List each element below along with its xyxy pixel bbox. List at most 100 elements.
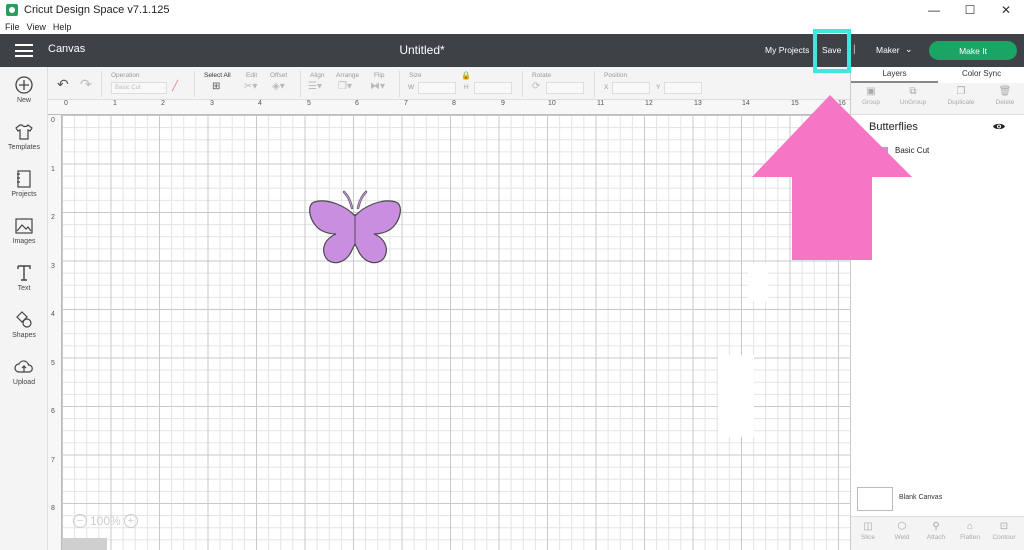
window-controls: — ☐ ✕ xyxy=(916,0,1024,20)
linetype-color-icon[interactable]: ╱ xyxy=(172,81,178,92)
edit-toolbar: ↶ ↷ Operation Basic Cut ╱ Select All ⊞ E… xyxy=(48,67,850,100)
duplicate-label: Duplicate xyxy=(947,99,975,106)
rotate-input[interactable] xyxy=(546,82,584,94)
sidebar-item-projects[interactable]: Projects xyxy=(0,169,48,198)
height-input[interactable] xyxy=(474,82,512,94)
menu-view[interactable]: View xyxy=(27,22,46,32)
ruler-tick-label: 5 xyxy=(51,360,55,367)
lock-icon[interactable]: 🔒 xyxy=(461,71,471,80)
y-label: Y xyxy=(656,84,661,91)
machine-select[interactable]: Maker xyxy=(876,45,900,55)
blank-canvas-swatch[interactable] xyxy=(857,487,893,511)
menu-bar: File View Help xyxy=(0,20,1024,34)
image-icon xyxy=(15,218,33,234)
zoom-control: − 100% + xyxy=(70,514,141,528)
cloud-upload-icon xyxy=(14,360,33,373)
width-input[interactable] xyxy=(418,82,456,94)
design-canvas-grid[interactable] xyxy=(62,115,850,550)
layer-actions-bar: ◫ Slice ⬡ Weld ⚲ Attach ⌂ Flatten ⊡ Contour xyxy=(851,516,1024,550)
contour-label: Contour xyxy=(992,534,1016,541)
delete-button[interactable]: 🗑 Delete xyxy=(985,86,1024,106)
my-projects-button[interactable]: My Projects xyxy=(765,45,809,55)
align-icon[interactable]: ☰▾ xyxy=(308,81,322,92)
ruler-tick-label: 3 xyxy=(210,100,214,107)
app-header: Canvas Untitled* My Projects Save | Make… xyxy=(0,34,1024,67)
flatten-button[interactable]: ⌂ Flatten xyxy=(953,521,987,541)
sidebar-item-upload[interactable]: Upload xyxy=(0,357,48,386)
ruler-tick-label: 3 xyxy=(51,263,55,270)
shapes-icon xyxy=(16,311,32,328)
sidebar-item-templates[interactable]: Templates xyxy=(0,122,48,151)
redo-icon[interactable]: ↷ xyxy=(80,76,92,93)
arrange-label: Arrange xyxy=(336,72,360,79)
sidebar-item-images[interactable]: Images xyxy=(0,216,48,245)
select-all-label[interactable]: Select All xyxy=(204,72,231,79)
y-position-input[interactable] xyxy=(664,82,702,94)
flatten-icon: ⌂ xyxy=(966,521,974,532)
tab-color-sync[interactable]: Color Sync xyxy=(938,67,1024,83)
canvas-artifact xyxy=(718,355,754,437)
tab-layers[interactable]: Layers xyxy=(851,67,938,83)
arrange-icon[interactable]: ❐▾ xyxy=(338,81,352,92)
ruler-tick-label: 7 xyxy=(51,457,55,464)
duplicate-button[interactable]: ❐ Duplicate xyxy=(941,86,981,106)
select-all-icon[interactable]: ⊞ xyxy=(212,81,220,92)
ruler-tick-label: 2 xyxy=(51,214,55,221)
close-button[interactable]: ✕ xyxy=(988,0,1024,20)
slice-button[interactable]: ◫ Slice xyxy=(851,521,885,541)
undo-icon[interactable]: ↶ xyxy=(57,76,69,93)
notebook-icon xyxy=(17,170,31,188)
position-label: Position xyxy=(604,72,628,79)
sidebar-item-shapes[interactable]: Shapes xyxy=(0,310,48,339)
butterfly-image[interactable] xyxy=(306,188,404,268)
attach-button[interactable]: ⚲ Attach xyxy=(919,521,953,541)
menu-help[interactable]: Help xyxy=(53,22,72,32)
sidebar-item-new[interactable]: New xyxy=(0,75,48,104)
minimize-button[interactable]: — xyxy=(916,0,952,20)
sidebar-item-label: Projects xyxy=(11,191,37,198)
weld-button[interactable]: ⬡ Weld xyxy=(885,521,919,541)
rotate-label: Rotate xyxy=(532,72,552,79)
sidebar-item-label: Templates xyxy=(8,144,40,151)
horizontal-scrollbar[interactable] xyxy=(62,538,107,550)
operation-select[interactable]: Basic Cut xyxy=(111,82,167,94)
offset-icon[interactable]: ◈▾ xyxy=(272,81,285,92)
chevron-down-icon[interactable]: ⌄ xyxy=(905,44,913,55)
ruler-tick-label: 9 xyxy=(501,100,505,107)
panel-tabs: Layers Color Sync xyxy=(851,67,1024,83)
ruler-tick-label: 8 xyxy=(51,505,55,512)
eye-icon[interactable] xyxy=(993,122,1005,131)
delete-label: Delete xyxy=(995,99,1015,106)
flip-label: Flip xyxy=(374,72,385,79)
sidebar-item-text[interactable]: Text xyxy=(0,263,48,292)
toolbar-divider xyxy=(522,71,523,97)
toolbar-divider xyxy=(101,71,102,97)
contour-button[interactable]: ⊡ Contour xyxy=(987,521,1021,541)
flip-icon[interactable]: ⧓▾ xyxy=(370,81,385,92)
ruler-tick-label: 0 xyxy=(64,100,68,107)
edit-scissors-icon[interactable]: ✂▾ xyxy=(244,81,257,92)
sidebar-item-label: New xyxy=(16,97,31,104)
ruler-tick-label: 0 xyxy=(51,117,55,124)
zoom-out-button[interactable]: − xyxy=(73,514,87,528)
make-it-button[interactable]: Make It xyxy=(929,41,1017,60)
x-position-input[interactable] xyxy=(612,82,650,94)
menu-file[interactable]: File xyxy=(5,22,20,32)
zoom-in-button[interactable]: + xyxy=(123,514,138,528)
header-divider: | xyxy=(853,44,856,55)
edit-label: Edit xyxy=(246,72,258,79)
document-title: Untitled* xyxy=(399,43,445,57)
height-label: H xyxy=(464,84,469,91)
sidebar-item-label: Shapes xyxy=(12,332,36,339)
ruler-tick-label: 1 xyxy=(51,166,55,173)
flatten-label: Flatten xyxy=(960,534,980,541)
ruler-tick-label: 6 xyxy=(355,100,359,107)
ruler-tick-label: 14 xyxy=(742,100,750,107)
offset-label: Offset xyxy=(270,72,288,79)
ruler-tick-label: 2 xyxy=(161,100,165,107)
toolbar-divider xyxy=(300,71,301,97)
ruler-tick-label: 1 xyxy=(113,100,117,107)
maximize-button[interactable]: ☐ xyxy=(952,0,988,20)
ruler-tick-label: 11 xyxy=(597,100,605,107)
vertical-ruler: 0 1 2 3 4 5 6 7 8 xyxy=(48,115,62,550)
